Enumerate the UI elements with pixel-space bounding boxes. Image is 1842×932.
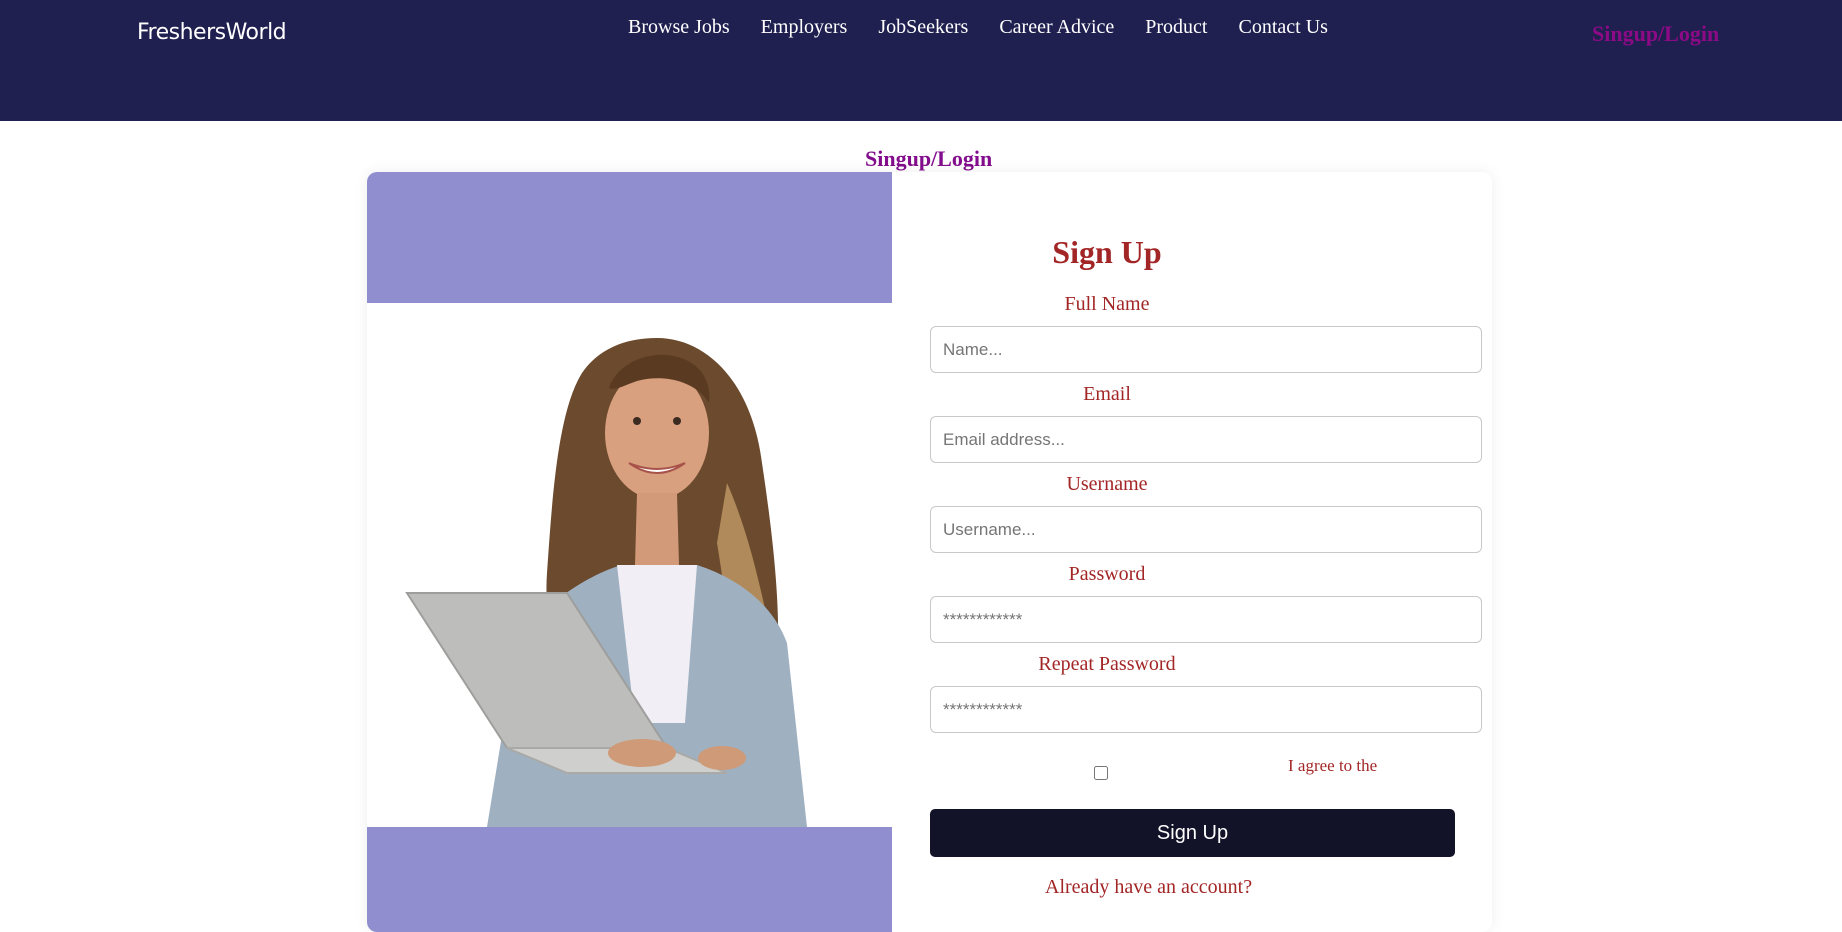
signup-login-link[interactable]: Singup/Login — [1592, 21, 1719, 47]
username-input[interactable] — [930, 506, 1482, 553]
username-label: Username — [1066, 473, 1148, 495]
brand-logo[interactable]: FreshersWorld — [137, 20, 287, 45]
email-label: Email — [1083, 383, 1131, 405]
agree-text: I agree to the — [1288, 756, 1378, 775]
sign-up-button[interactable]: Sign Up — [930, 809, 1455, 857]
email-input[interactable] — [930, 416, 1482, 463]
repeat-password-input[interactable] — [930, 686, 1482, 733]
nav-career-advice[interactable]: Career Advice — [999, 16, 1114, 39]
password-input[interactable] — [930, 596, 1482, 643]
password-label: Password — [1068, 563, 1146, 585]
nav-employers[interactable]: Employers — [761, 16, 848, 39]
top-navigation-bar: FreshersWorld Browse Jobs Employers JobS… — [0, 0, 1842, 121]
hero-band-bottom — [367, 827, 892, 932]
signup-card: Sign Up Full Name Email Username Passwor… — [367, 172, 1492, 932]
hero-band-top — [367, 172, 892, 303]
nav-jobseekers[interactable]: JobSeekers — [878, 16, 968, 39]
main-nav: Browse Jobs Employers JobSeekers Career … — [628, 16, 1328, 39]
nav-browse-jobs[interactable]: Browse Jobs — [628, 16, 730, 39]
nav-product[interactable]: Product — [1145, 16, 1207, 39]
woman-with-laptop-photo — [367, 303, 892, 827]
page-title: Singup/Login — [865, 146, 993, 171]
already-have-account-link[interactable]: Already have an account? — [1045, 876, 1252, 899]
agree-checkbox[interactable] — [1094, 766, 1108, 780]
hero-panel — [367, 172, 892, 932]
full-name-input[interactable] — [930, 326, 1482, 373]
full-name-label: Full Name — [1064, 293, 1150, 315]
form-title: Sign Up — [1052, 234, 1162, 270]
repeat-password-label: Repeat Password — [1038, 653, 1176, 675]
nav-contact-us[interactable]: Contact Us — [1238, 16, 1327, 39]
